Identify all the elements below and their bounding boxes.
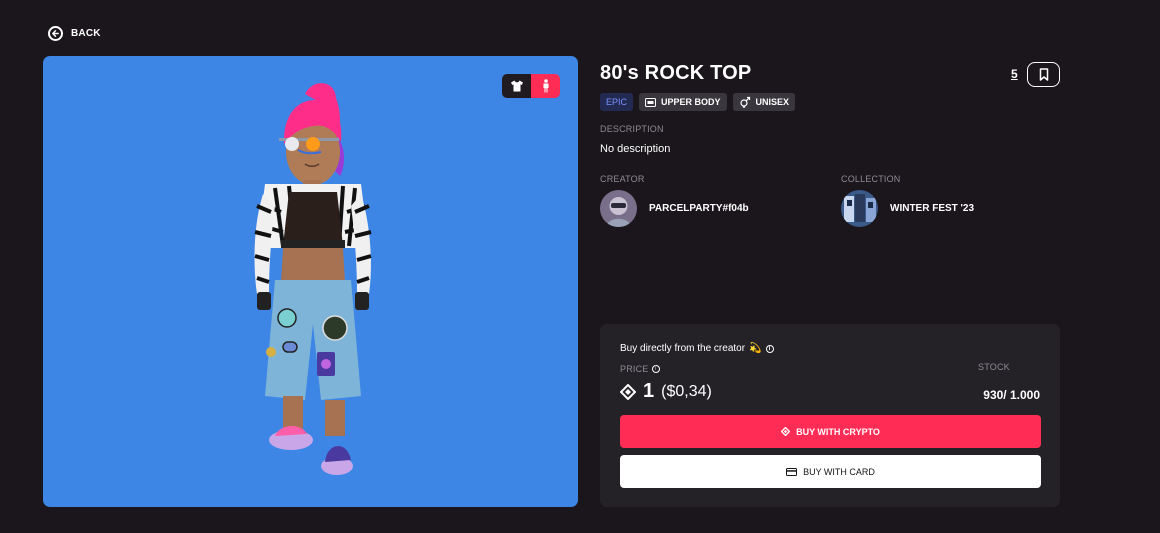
buy-direct-text: Buy directly from the creator 💫 i bbox=[620, 343, 774, 354]
creator-name: PARCELPARTY#f04b bbox=[649, 203, 749, 214]
stock-label: STOCK bbox=[978, 362, 1010, 372]
avatar-preview[interactable] bbox=[43, 56, 578, 507]
buy-direct-label: Buy directly from the creator bbox=[620, 343, 746, 354]
arrow-left-circle-icon bbox=[48, 26, 63, 41]
creator-label: CREATOR bbox=[600, 174, 645, 184]
item-title: 80's ROCK TOP bbox=[600, 62, 752, 84]
creator-avatar bbox=[600, 190, 637, 227]
description-label: DESCRIPTION bbox=[600, 124, 664, 134]
category-badge: UPPER BODY bbox=[639, 93, 727, 111]
info-icon[interactable]: i bbox=[765, 344, 774, 353]
back-label: BACK bbox=[71, 28, 101, 39]
description-text: No description bbox=[600, 143, 671, 155]
buy-with-crypto-button[interactable]: BUY WITH CRYPTO bbox=[620, 415, 1041, 448]
item-tags: EPIC UPPER BODY UNISEX bbox=[600, 93, 796, 111]
rarity-label: EPIC bbox=[606, 97, 628, 107]
bookmark-button[interactable] bbox=[1027, 62, 1060, 87]
buy-with-crypto-label: BUY WITH CRYPTO bbox=[796, 426, 880, 437]
price-label-row: PRICE i bbox=[620, 364, 660, 374]
buy-panel: Buy directly from the creator 💫 i PRICE … bbox=[600, 324, 1060, 507]
price-value: 1 bbox=[643, 380, 655, 402]
price-label: PRICE bbox=[620, 364, 649, 374]
buy-with-card-button[interactable]: BUY WITH CARD bbox=[620, 455, 1041, 488]
stock-value: 930/ 1.000 bbox=[983, 388, 1040, 402]
mana-diamond-icon bbox=[620, 383, 636, 400]
mana-diamond-icon bbox=[781, 427, 791, 436]
sparkle-emoji: 💫 bbox=[749, 343, 762, 354]
collection-thumbnail bbox=[841, 190, 878, 227]
creator-link[interactable]: PARCELPARTY#f04b bbox=[600, 190, 749, 227]
credit-card-icon bbox=[786, 467, 798, 476]
collection-name: WINTER FEST '23 bbox=[890, 203, 975, 214]
upper-body-icon bbox=[645, 97, 657, 107]
collection-label: COLLECTION bbox=[841, 174, 901, 184]
rarity-badge: EPIC bbox=[600, 93, 634, 111]
gender-badge: UNISEX bbox=[732, 93, 796, 111]
unisex-icon bbox=[739, 96, 750, 108]
gender-label: UNISEX bbox=[755, 97, 790, 107]
bookmark-icon bbox=[1039, 68, 1048, 81]
category-label: UPPER BODY bbox=[661, 97, 721, 107]
back-button[interactable]: BACK bbox=[48, 26, 101, 41]
buy-with-card-label: BUY WITH CARD bbox=[803, 466, 875, 477]
likes-count[interactable]: 5 bbox=[1011, 67, 1018, 81]
price-usd: ($0,34) bbox=[661, 382, 712, 400]
avatar-figure bbox=[254, 83, 372, 475]
info-icon[interactable]: i bbox=[651, 365, 660, 373]
price-row: 1 ($0,34) bbox=[620, 380, 712, 403]
collection-link[interactable]: WINTER FEST '23 bbox=[841, 190, 974, 227]
